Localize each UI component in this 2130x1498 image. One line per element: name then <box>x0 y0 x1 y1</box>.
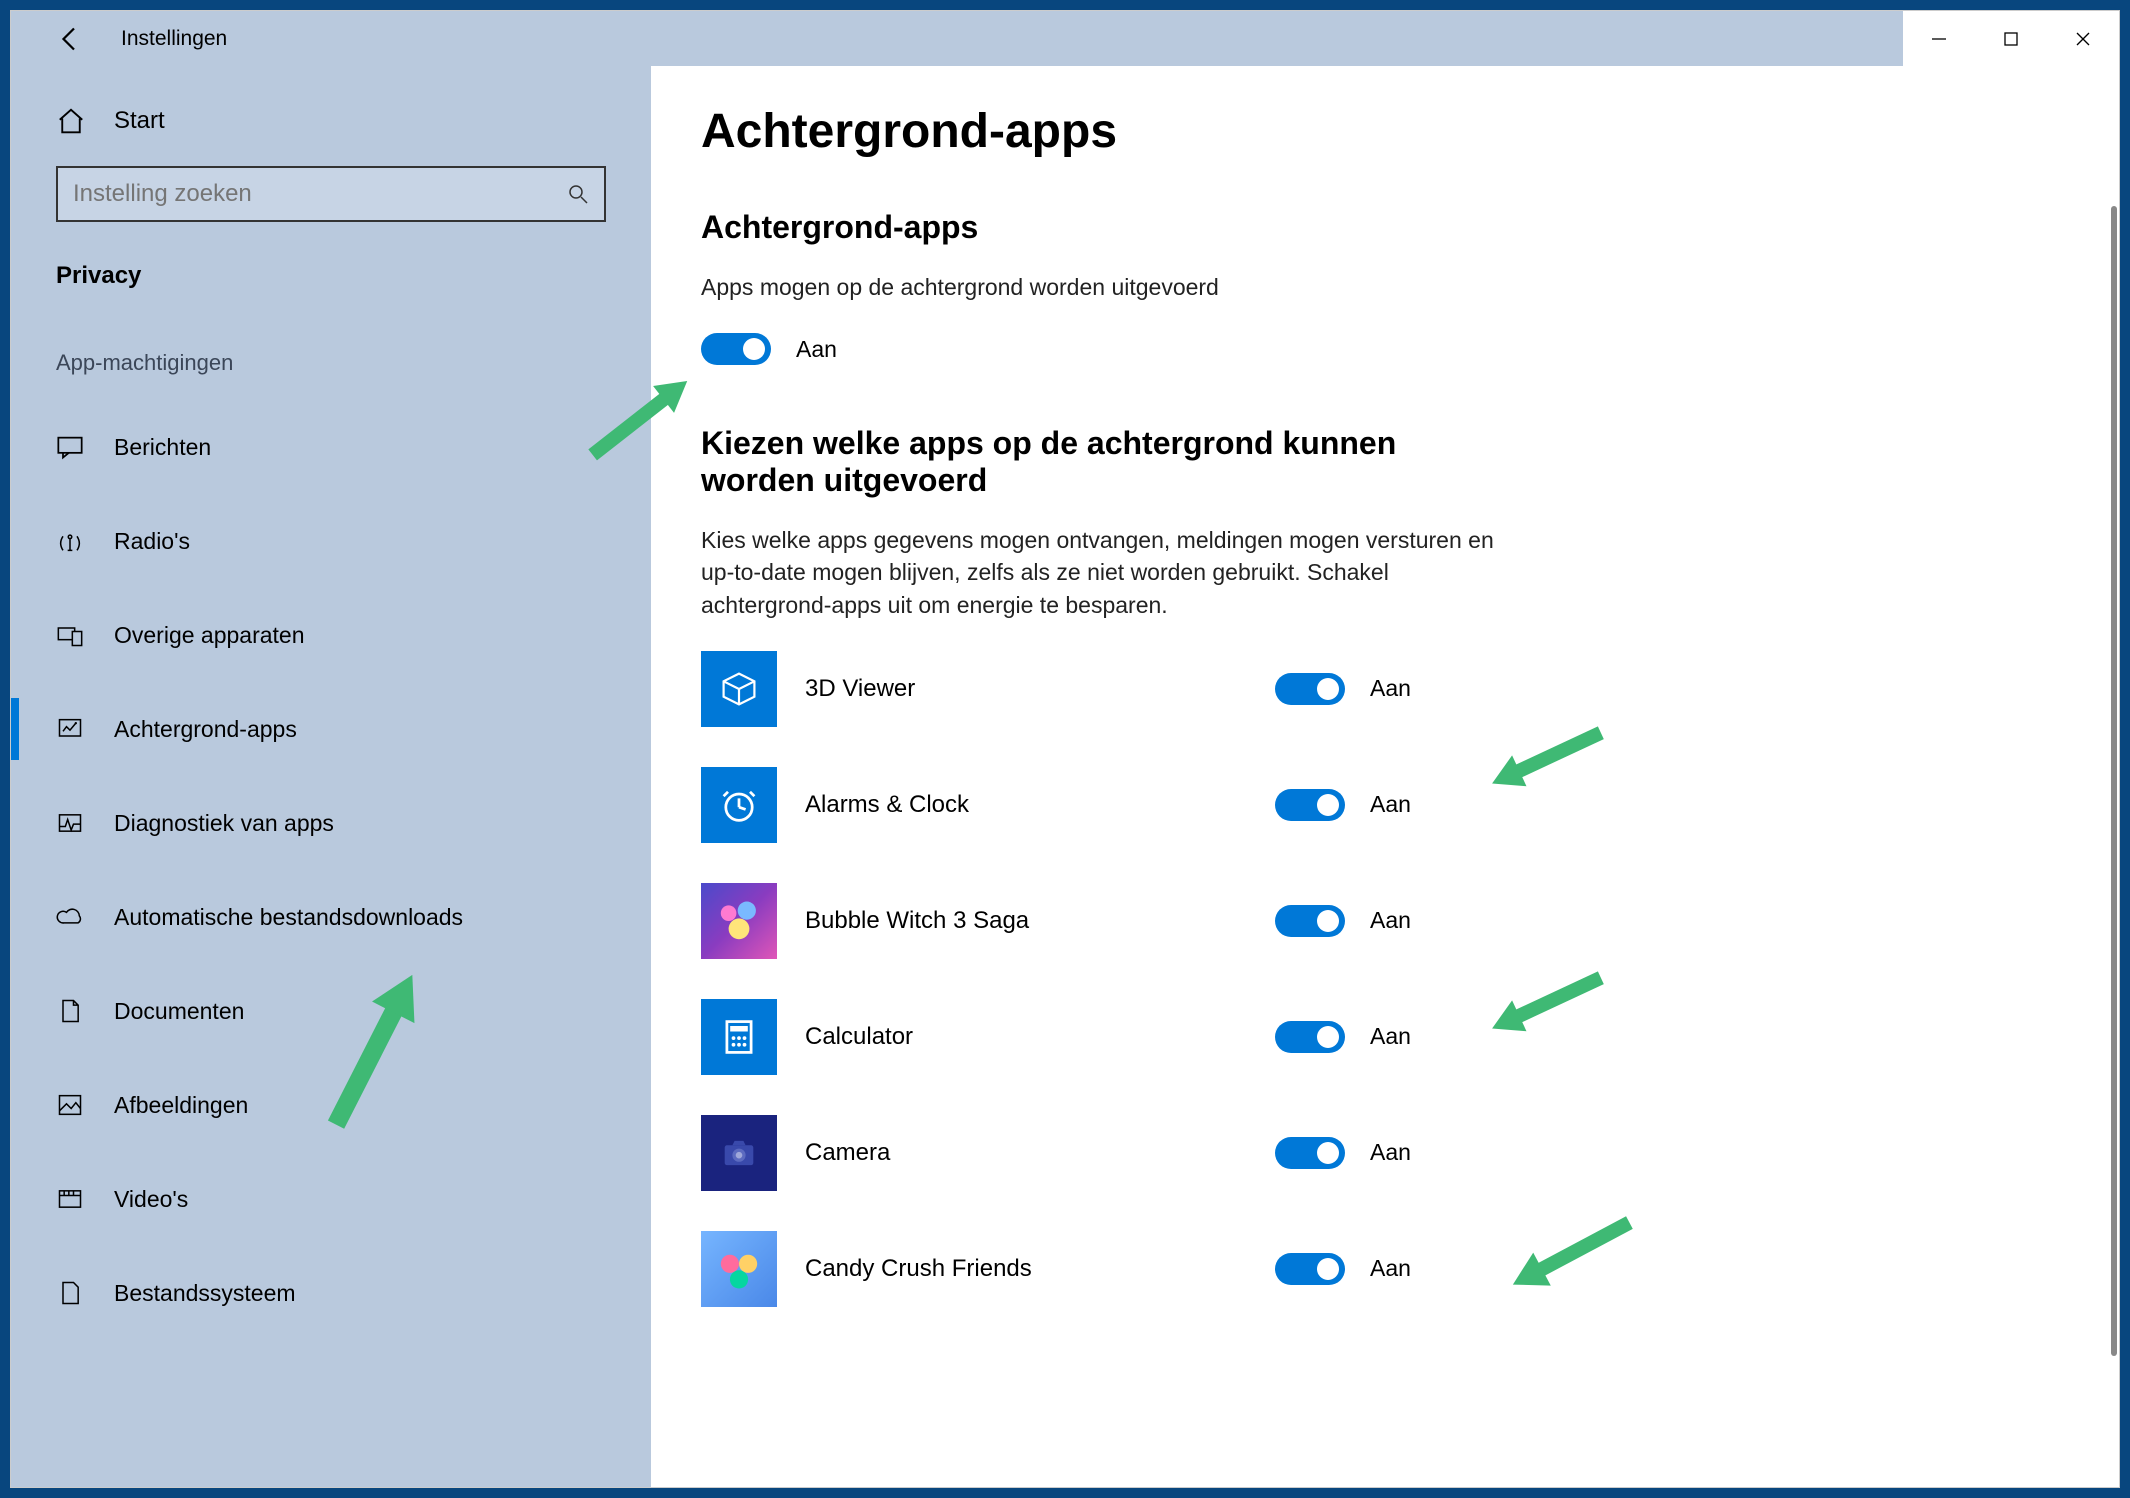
back-button[interactable] <box>56 24 86 54</box>
sidebar-item-label: Achtergrond-apps <box>114 716 297 743</box>
sidebar-item-label: Berichten <box>114 434 211 461</box>
section-description: Apps mogen op de achtergrond worden uitg… <box>701 271 1501 303</box>
section-label-app-permissions: App-machtigingen <box>56 350 606 376</box>
document-icon <box>56 997 84 1025</box>
maximize-button[interactable] <box>1975 11 2047 66</box>
section-heading-choose-apps: Kiezen welke apps op de achtergrond kunn… <box>701 425 1501 499</box>
titlebar: Instellingen <box>11 11 2119 66</box>
sidebar-item-label: Diagnostiek van apps <box>114 810 334 837</box>
app-toggle-state: Aan <box>1370 791 1411 818</box>
content-pane: Achtergrond-apps Achtergrond-apps Apps m… <box>651 66 2119 1487</box>
sidebar-item-label: Documenten <box>114 998 244 1025</box>
app-icon-3d-viewer <box>701 651 777 727</box>
app-row-candy-crush: Candy Crush Friends Aan <box>701 1231 2069 1307</box>
sidebar-item-label: Bestandssysteem <box>114 1280 296 1307</box>
app-name: Camera <box>805 1139 1275 1167</box>
section-description-2: Kies welke apps gegevens mogen ontvangen… <box>701 524 1501 621</box>
app-toggle-state: Aan <box>1370 1255 1411 1282</box>
app-name: Bubble Witch 3 Saga <box>805 907 1275 935</box>
sidebar-item-afbeeldingen[interactable]: Afbeeldingen <box>56 1074 606 1136</box>
app-toggle-3d-viewer[interactable] <box>1275 673 1345 705</box>
close-button[interactable] <box>2047 11 2119 66</box>
minimize-icon <box>1930 30 1948 48</box>
arrow-left-icon <box>56 24 86 54</box>
window-title: Instellingen <box>121 27 227 51</box>
sidebar-item-documenten[interactable]: Documenten <box>56 980 606 1042</box>
app-toggle-candy-crush[interactable] <box>1275 1253 1345 1285</box>
app-name: 3D Viewer <box>805 675 1275 703</box>
search-icon <box>567 183 589 205</box>
app-name: Candy Crush Friends <box>805 1255 1275 1283</box>
background-apps-icon <box>56 715 84 743</box>
app-row-camera: Camera Aan <box>701 1115 2069 1191</box>
diagnostics-icon <box>56 809 84 837</box>
close-icon <box>2074 30 2092 48</box>
minimize-button[interactable] <box>1903 11 1975 66</box>
filesystem-icon <box>56 1279 84 1307</box>
message-icon <box>56 433 84 461</box>
sidebar-item-label: Automatische bestandsdownloads <box>114 904 463 931</box>
app-row-3d-viewer: 3D Viewer Aan <box>701 651 2069 727</box>
section-heading-bg-apps: Achtergrond-apps <box>701 209 2069 246</box>
app-toggle-camera[interactable] <box>1275 1137 1345 1169</box>
sidebar-item-radios[interactable]: Radio's <box>56 510 606 572</box>
app-toggle-state: Aan <box>1370 1139 1411 1166</box>
window-controls <box>1903 11 2119 66</box>
app-toggle-state: Aan <box>1370 1023 1411 1050</box>
app-toggle-calculator[interactable] <box>1275 1021 1345 1053</box>
sidebar-item-berichten[interactable]: Berichten <box>56 416 606 478</box>
sidebar-item-downloads[interactable]: Automatische bestandsdownloads <box>56 886 606 948</box>
search-box[interactable] <box>56 166 606 222</box>
app-icon-bubble-witch <box>701 883 777 959</box>
app-toggle-state: Aan <box>1370 907 1411 934</box>
app-icon-camera <box>701 1115 777 1191</box>
sidebar-item-label: Radio's <box>114 528 190 555</box>
cloud-icon <box>56 903 84 931</box>
sidebar-item-label: Overige apparaten <box>114 622 305 649</box>
page-title: Achtergrond-apps <box>701 104 2069 159</box>
app-name: Alarms & Clock <box>805 791 1275 819</box>
sidebar-item-bestandssysteem[interactable]: Bestandssysteem <box>56 1262 606 1324</box>
app-icon-calculator <box>701 999 777 1075</box>
app-icon-candy-crush <box>701 1231 777 1307</box>
app-row-calculator: Calculator Aan <box>701 999 2069 1075</box>
maximize-icon <box>2002 30 2020 48</box>
master-toggle[interactable] <box>701 333 771 365</box>
app-name: Calculator <box>805 1023 1275 1051</box>
home-label: Start <box>114 107 165 135</box>
scrollbar[interactable] <box>2111 206 2117 1356</box>
master-toggle-state: Aan <box>796 336 837 363</box>
sidebar-item-diagnostiek[interactable]: Diagnostiek van apps <box>56 792 606 854</box>
home-icon <box>56 106 86 136</box>
search-input[interactable] <box>73 180 567 208</box>
video-icon <box>56 1185 84 1213</box>
sidebar-item-overige-apparaten[interactable]: Overige apparaten <box>56 604 606 666</box>
sidebar-item-label: Video's <box>114 1186 188 1213</box>
devices-icon <box>56 621 84 649</box>
sidebar-item-achtergrond-apps[interactable]: Achtergrond-apps <box>56 698 606 760</box>
app-icon-alarms-clock <box>701 767 777 843</box>
app-row-bubble-witch: Bubble Witch 3 Saga Aan <box>701 883 2069 959</box>
radio-icon <box>56 527 84 555</box>
master-toggle-row: Aan <box>701 333 2069 365</box>
home-button[interactable]: Start <box>56 94 606 166</box>
app-list: 3D Viewer Aan Alarms & Clock Aan <box>701 651 2069 1307</box>
sidebar-item-videos[interactable]: Video's <box>56 1168 606 1230</box>
sidebar-item-label: Afbeeldingen <box>114 1092 248 1119</box>
app-toggle-bubble-witch[interactable] <box>1275 905 1345 937</box>
sidebar: Start Privacy App-machtigingen Berichten… <box>11 66 651 1487</box>
category-privacy[interactable]: Privacy <box>56 262 606 290</box>
settings-window: Instellingen Start <box>10 10 2120 1488</box>
app-row-alarms-clock: Alarms & Clock Aan <box>701 767 2069 843</box>
app-toggle-state: Aan <box>1370 675 1411 702</box>
app-toggle-alarms-clock[interactable] <box>1275 789 1345 821</box>
images-icon <box>56 1091 84 1119</box>
